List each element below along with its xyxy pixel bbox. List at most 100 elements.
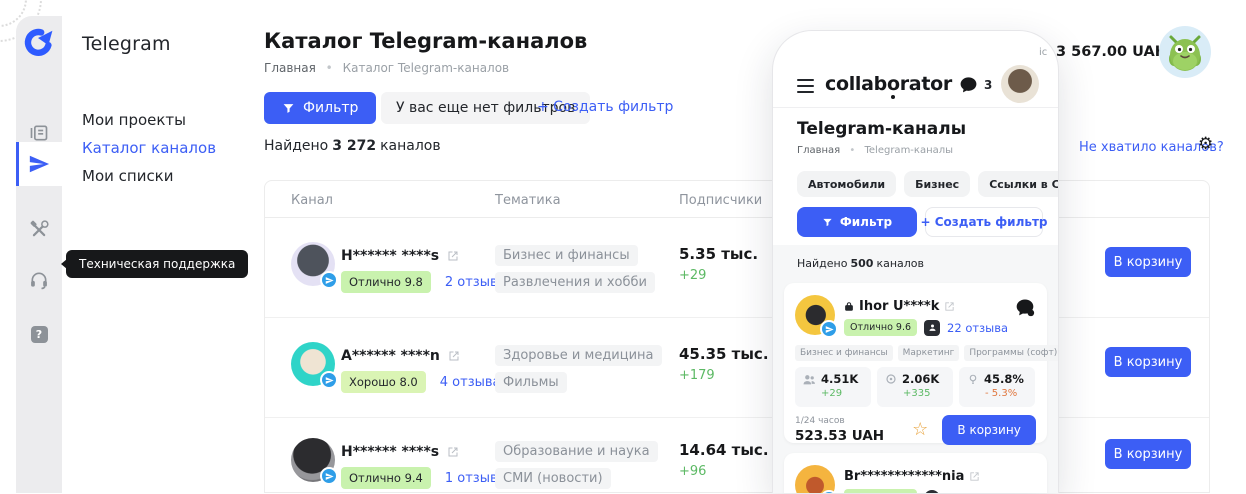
support-tooltip: Техническая поддержка	[66, 250, 248, 278]
subscribers-value: 45.35 тыс.	[679, 345, 769, 363]
chat-button[interactable]: 3	[959, 75, 992, 94]
stat-delta: +29	[821, 388, 871, 399]
sidebar-item-channel-catalog[interactable]: Каталог каналов	[82, 139, 216, 157]
user-avatar[interactable]	[1001, 65, 1039, 103]
stat-value: 45.8%	[984, 372, 1024, 386]
external-link-icon[interactable]	[447, 250, 459, 262]
telegram-catalog-icon[interactable]	[16, 147, 62, 181]
phone-header: collaborator 3	[773, 31, 1058, 107]
stat-views: 2.06K +335	[877, 367, 953, 407]
price-block: 1/24 часов 523.53 UAH	[795, 416, 884, 444]
phone-results-section: Найдено500каналов Ihor U****k	[773, 245, 1058, 493]
telegram-badge-icon	[820, 320, 838, 338]
sidebar-item-my-lists[interactable]: Мои списки	[82, 167, 174, 185]
reviews-link[interactable]: 1 отзыв	[445, 471, 498, 486]
breadcrumb-separator: •	[849, 145, 855, 156]
breadcrumb-home[interactable]: Главная	[264, 61, 316, 75]
phone-brand-logo: collaborator	[825, 73, 952, 95]
support-headset-icon[interactable]	[16, 263, 62, 297]
channels-table: Канал Тематика Подписчики H****** ****s …	[264, 180, 1210, 493]
channel-name[interactable]: H****** ****s	[341, 248, 439, 264]
sidebar-item-my-projects[interactable]: Мои проекты	[82, 111, 186, 129]
gear-icon[interactable]: ⚙	[1198, 134, 1213, 154]
table-header: Канал Тематика Подписчики	[265, 181, 1209, 218]
found-suffix: каналов	[876, 257, 924, 270]
breadcrumb-home[interactable]: Главная	[797, 145, 840, 156]
channel-name[interactable]: Ihor U****k	[859, 299, 939, 314]
subscribers-delta: +96	[679, 464, 769, 479]
add-to-cart-button[interactable]: В корзину	[942, 415, 1036, 445]
icon-rail: ?	[16, 16, 62, 493]
external-link-icon[interactable]	[944, 301, 955, 312]
found-count: 3 272	[332, 138, 376, 154]
telegram-badge-icon	[320, 371, 338, 389]
stat-value: 2.06K	[902, 372, 939, 386]
price-value: 523.53 UAH	[795, 428, 884, 444]
external-link-icon[interactable]	[447, 446, 459, 458]
channel-name[interactable]: A****** ****n	[341, 348, 440, 364]
chat-bubble-icon[interactable]	[1015, 297, 1035, 317]
verified-author-icon	[924, 320, 940, 336]
phone-filter-label: Фильтр	[840, 215, 892, 229]
create-filter-link[interactable]: + Создать фильтр	[537, 99, 673, 115]
rating-badge: Хорошо 8.0	[341, 371, 426, 393]
phone-filter-chips: Автомобили Бизнес Ссылки в США	[797, 171, 1059, 197]
rating-badge: Отлично 9.6	[844, 319, 917, 336]
topic-chip: Развлечения и хобби	[495, 272, 655, 293]
external-link-icon[interactable]	[969, 471, 980, 482]
telegram-badge-icon	[320, 467, 338, 485]
rating-badge: Отлично 9.4	[341, 467, 431, 489]
phone-breadcrumb: Главная • Telegram-каналы	[797, 145, 953, 156]
page-title: Каталог Telegram-каналов	[264, 29, 587, 53]
sidebar-brand: Telegram	[82, 33, 171, 55]
divider	[773, 107, 1058, 108]
phone-channel-card: Br************nia Отлично 9.8 18 отзывов	[784, 453, 1047, 493]
chip-auto[interactable]: Автомобили	[797, 171, 896, 197]
channel-avatar	[795, 295, 835, 335]
chip-usa-links[interactable]: Ссылки в США	[978, 171, 1059, 197]
topic-chip: СМИ (новости)	[495, 468, 611, 489]
stat-delta: +335	[903, 388, 953, 399]
channel-avatar	[291, 342, 335, 386]
phone-page-title: Telegram-каналы	[797, 119, 966, 139]
telegram-badge-icon	[320, 271, 338, 289]
add-to-cart-button[interactable]: В корзину	[1105, 439, 1191, 469]
reviews-link[interactable]: 4 отзыва	[440, 375, 501, 390]
phone-mockup: collaborator 3 Telegram-каналы Главная •…	[772, 30, 1059, 493]
rating-badge: Отлично 9.8	[341, 271, 431, 293]
reviews-link[interactable]: 22 отзыва	[947, 321, 1008, 335]
add-to-cart-button[interactable]: В корзину	[1105, 247, 1191, 277]
price-label: 1/24 часов	[795, 416, 884, 426]
phone-filter-button[interactable]: Фильтр	[797, 207, 917, 237]
add-to-cart-button[interactable]: В корзину	[1105, 347, 1191, 377]
subscribers-delta: +29	[679, 268, 758, 283]
table-row: A****** ****n Хорошо 8.0 4 отзыва Здоров…	[265, 318, 1209, 418]
phone-create-filter-button[interactable]: + Создать фильтр	[925, 207, 1043, 237]
subscribers-value: 5.35 тыс.	[679, 245, 758, 263]
filter-button[interactable]: Фильтр	[264, 92, 376, 124]
found-prefix: Найдено	[797, 257, 847, 270]
tools-icon[interactable]	[16, 213, 62, 247]
breadcrumb-current: Telegram-каналы	[864, 145, 953, 156]
subscribers-value: 14.64 тыс.	[679, 441, 769, 459]
help-icon[interactable]: ?	[16, 317, 62, 351]
channel-avatar	[291, 438, 335, 482]
external-link-icon[interactable]	[448, 350, 460, 362]
chip-business[interactable]: Бизнес	[904, 171, 970, 197]
collaborator-logo-icon[interactable]	[22, 26, 54, 58]
found-suffix: каналов	[380, 138, 441, 154]
topic-chip: Бизнес и финансы	[795, 345, 893, 361]
channel-name[interactable]: Br************nia	[844, 469, 964, 484]
hamburger-menu-icon[interactable]	[797, 79, 814, 97]
chat-bubble-icon	[959, 75, 978, 94]
favorite-star-icon[interactable]: ☆	[912, 421, 928, 439]
brand-text: rator	[900, 73, 952, 95]
er-bulb-icon	[967, 373, 979, 385]
topic-chip: Программы (софт)	[964, 345, 1059, 361]
topic-chip: Фильмы	[495, 372, 567, 393]
projects-icon[interactable]	[16, 116, 62, 150]
channel-name[interactable]: H****** ****s	[341, 444, 439, 460]
views-icon	[885, 373, 897, 385]
topic-chip: Маркетинг	[898, 345, 960, 361]
column-channel: Канал	[291, 193, 333, 208]
